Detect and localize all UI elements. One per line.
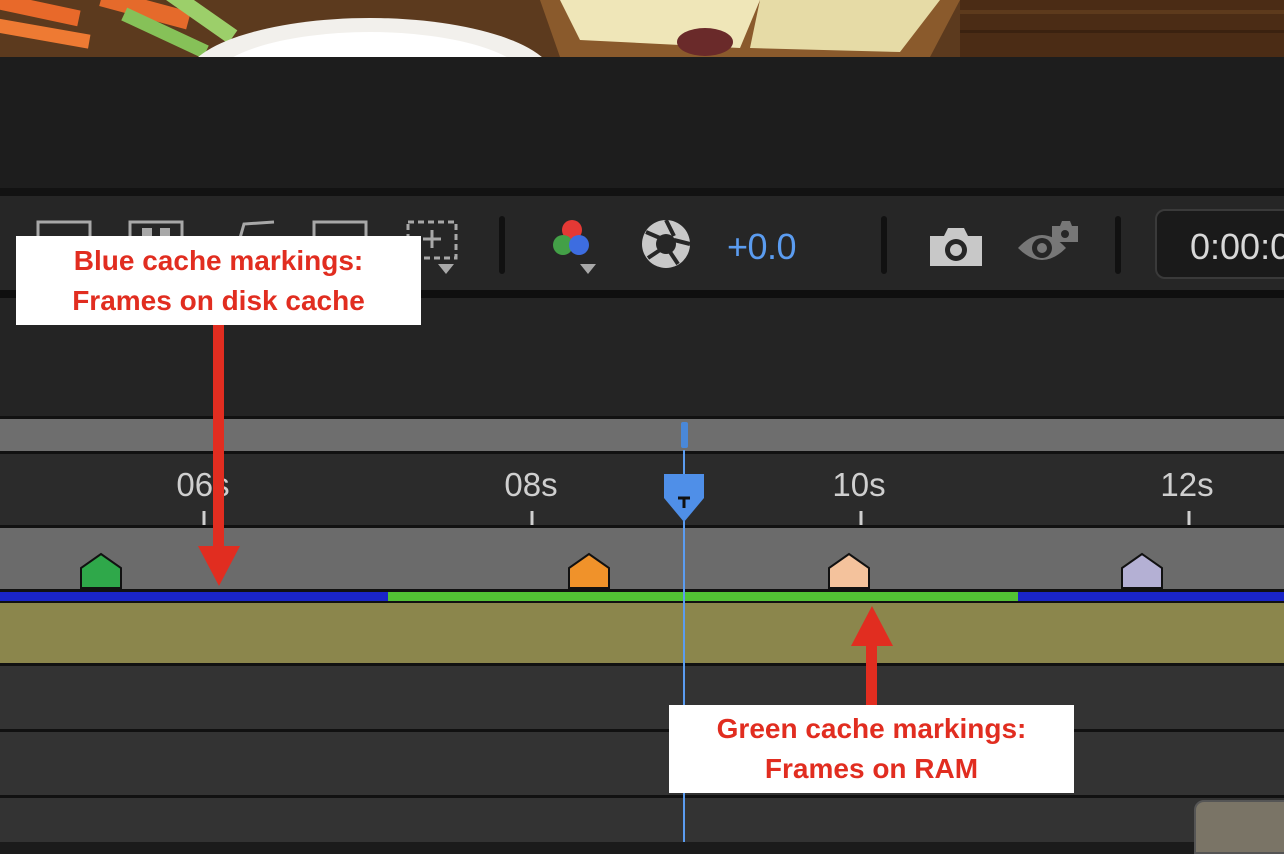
annotation-green-cache: Green cache markings: Frames on RAM (669, 705, 1074, 793)
time-ruler-label: 10s (832, 466, 886, 503)
composition-marker[interactable] (826, 552, 872, 590)
time-ruler-tick (530, 511, 534, 525)
time-ruler-label: 08s (504, 466, 558, 503)
composition-marker[interactable] (78, 552, 124, 590)
snapshot-camera-icon[interactable] (928, 224, 986, 270)
disk-cache-segment (0, 592, 388, 601)
annotation-line: Blue cache markings: (73, 245, 364, 276)
disk-cache-segment (1018, 592, 1284, 601)
time-ruler-tick (202, 511, 206, 525)
arrow-up-icon (851, 606, 893, 646)
composition-panel (0, 57, 1284, 188)
toolbar-separator (499, 216, 505, 274)
composition-marker-track (0, 528, 1284, 589)
annotation-line: Frames on disk cache (72, 285, 365, 316)
show-snapshot-icon[interactable] (1016, 216, 1078, 270)
food-photo (0, 0, 1284, 57)
annotation-blue-cache: Blue cache markings: Frames on disk cach… (16, 236, 421, 325)
arrow-down-icon (198, 546, 240, 586)
annotation-arrow (213, 325, 224, 550)
layer-thumbnail (1194, 800, 1284, 854)
exposure-reset-icon[interactable] (640, 218, 694, 272)
panel-divider[interactable] (0, 188, 1284, 196)
ram-cache-segment (388, 592, 1018, 601)
current-time-value[interactable]: 0:00:0 (1190, 226, 1284, 268)
toolbar-separator (1115, 216, 1121, 274)
time-ruler-label: 12s (1160, 466, 1214, 503)
work-area-bar[interactable] (0, 416, 1284, 454)
time-ruler-tick (859, 511, 863, 525)
time-ruler-tick (1187, 511, 1191, 525)
annotation-line: Green cache markings: (716, 713, 1027, 744)
composition-marker[interactable] (566, 552, 612, 590)
composition-preview-image (0, 0, 1284, 57)
playhead-handle[interactable] (663, 472, 705, 524)
current-time-indicator-nub[interactable] (681, 422, 688, 448)
annotation-arrow (866, 644, 877, 706)
timeline-track (0, 666, 1284, 732)
timeline-track (0, 732, 1284, 798)
annotation-line: Frames on RAM (764, 753, 979, 784)
composition-marker[interactable] (1119, 552, 1165, 590)
timeline-track (0, 798, 1284, 842)
layer-duration-bar[interactable] (0, 603, 1284, 666)
color-channels-icon[interactable] (548, 214, 608, 278)
toolbar-separator (881, 216, 887, 274)
exposure-value[interactable]: +0.0 (727, 226, 797, 268)
